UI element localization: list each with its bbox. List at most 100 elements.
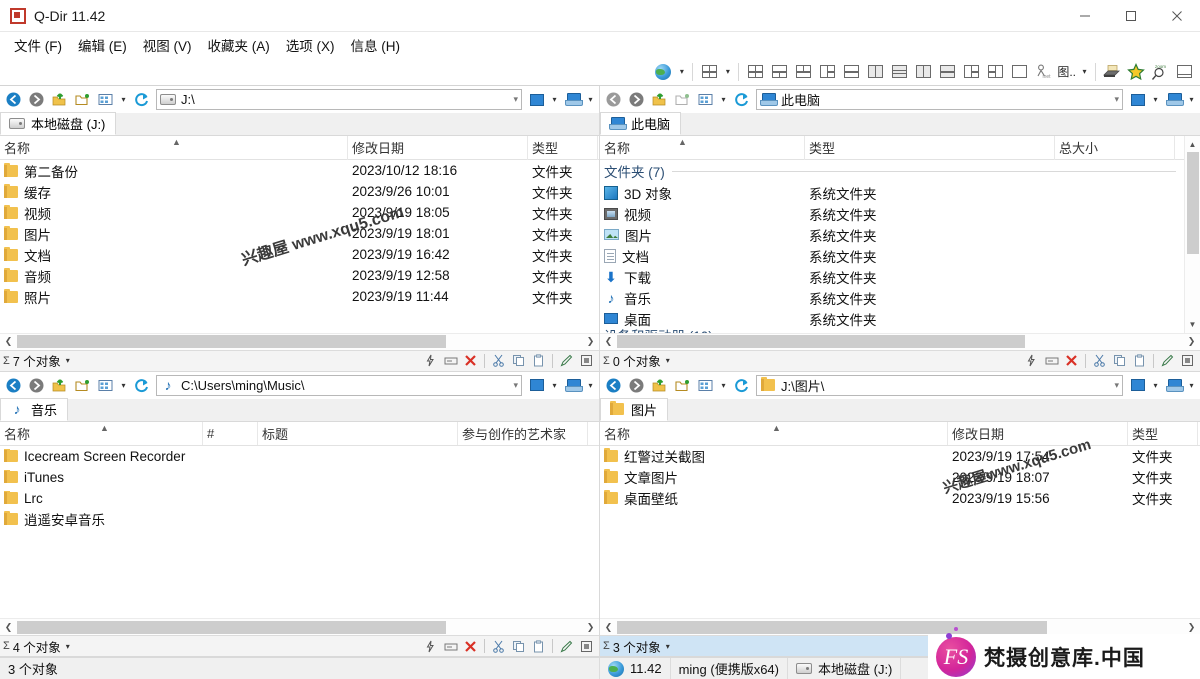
scroll-up-icon[interactable]: ▲ [1185, 136, 1200, 152]
properties-icon[interactable] [421, 351, 440, 370]
back-button[interactable] [3, 375, 24, 396]
table-row[interactable]: 缓存 2023/9/26 10:01 文件夹 [0, 181, 599, 202]
vertical-scrollbar[interactable]: ▲ ▼ [1184, 136, 1200, 333]
status-dropdown-caret-icon[interactable]: ▾ [666, 356, 670, 365]
group-header-devices[interactable]: 设备和驱动器 (10) [600, 329, 1184, 333]
layout-3pane-alt2-icon[interactable] [984, 61, 1006, 83]
desktop-shortcut-icon[interactable] [1127, 89, 1148, 110]
view-mode-button[interactable] [95, 89, 116, 110]
up-folder-button[interactable] [49, 375, 70, 396]
layout-dropdown-caret-icon[interactable]: ▾ [721, 61, 734, 83]
column-header-name[interactable]: 名称 [600, 136, 805, 160]
column-header-type[interactable]: 类型 [1128, 421, 1198, 445]
close-button[interactable] [1154, 0, 1200, 32]
preview-pane-icon[interactable] [1173, 61, 1195, 83]
copy-icon[interactable] [509, 637, 528, 656]
cut-icon[interactable] [489, 351, 508, 370]
new-folder-button[interactable] [72, 375, 93, 396]
layout-3pane-left-icon[interactable] [816, 61, 838, 83]
paste-icon[interactable] [529, 637, 548, 656]
menu-options[interactable]: 选项 (X) [278, 32, 343, 58]
internet-shortcut-icon[interactable]: inet [1032, 61, 1054, 83]
layout-single-pane-icon[interactable] [1008, 61, 1030, 83]
scroll-right-icon[interactable]: ❯ [582, 333, 599, 350]
desktop-shortcut-icon[interactable] [526, 375, 547, 396]
edit-pencil-icon[interactable] [557, 637, 576, 656]
new-folder-button[interactable] [672, 89, 693, 110]
computer-caret-icon[interactable]: ▾ [584, 375, 597, 396]
menu-info[interactable]: 信息 (H) [343, 32, 409, 58]
chevron-down-icon[interactable]: ▾ [1110, 380, 1119, 391]
tab-local-disk-j[interactable]: 本地磁盘 (J:) [0, 112, 117, 135]
table-row[interactable]: 照片 2023/9/19 11:44 文件夹 [0, 286, 599, 307]
table-row[interactable]: 视频 2023/9/19 18:05 文件夹 [0, 202, 599, 223]
view-mode-caret-icon[interactable]: ▾ [717, 89, 730, 110]
copy-icon[interactable] [509, 351, 528, 370]
scroll-track[interactable] [17, 333, 582, 350]
table-row[interactable]: 桌面壁纸 2023/9/19 15:56 文件夹 [600, 488, 1200, 509]
delete-icon[interactable] [461, 351, 480, 370]
tab-pictures[interactable]: 图片 [600, 397, 669, 421]
view-mode-button[interactable] [695, 375, 716, 396]
chevron-down-icon[interactable]: ▾ [1110, 94, 1119, 105]
computer-shortcut-icon[interactable] [562, 375, 583, 396]
tab-this-pc[interactable]: 此电脑 [600, 112, 682, 135]
address-bar-bottom-right[interactable]: J:\图片\ ▾ [756, 374, 1123, 396]
desktop-shortcut-icon[interactable] [526, 89, 547, 110]
forward-button[interactable] [626, 375, 647, 396]
horizontal-scrollbar[interactable]: ❮ ❯ [600, 332, 1200, 350]
scroll-track[interactable] [617, 333, 1183, 350]
address-bar-top-right[interactable]: 此电脑 ▾ [756, 89, 1123, 110]
refresh-button[interactable] [731, 375, 752, 396]
layout-2pane-vertical-icon[interactable] [864, 61, 886, 83]
horizontal-scrollbar[interactable]: ❮ ❯ [0, 618, 599, 635]
refresh-button[interactable] [131, 375, 152, 396]
column-header-type[interactable]: 类型 [805, 136, 1055, 160]
table-row[interactable]: 红警过关截图 2023/9/19 17:54 文件夹 [600, 446, 1200, 467]
column-header-type[interactable]: 类型 [528, 136, 598, 160]
computer-shortcut-icon[interactable] [1163, 89, 1184, 110]
desktop-caret-icon[interactable]: ▾ [1149, 375, 1162, 396]
column-header-date[interactable]: 修改日期 [348, 136, 528, 160]
view-mode-button[interactable] [95, 375, 116, 396]
chevron-down-icon[interactable]: ▾ [509, 380, 518, 391]
tab-music[interactable]: ♪ 音乐 [0, 397, 69, 421]
table-row[interactable]: 文档 系统文件夹 [600, 245, 1184, 266]
image-dropdown-caret-icon[interactable]: ▾ [1078, 61, 1091, 83]
view-mode-caret-icon[interactable]: ▾ [117, 89, 130, 110]
layout-split-icon[interactable] [936, 61, 958, 83]
scroll-track[interactable] [1184, 152, 1200, 317]
view-mode-button[interactable] [695, 89, 716, 110]
scroll-right-icon[interactable]: ❯ [582, 619, 599, 636]
back-button[interactable] [603, 89, 624, 110]
column-header-track[interactable]: # [203, 421, 258, 445]
computer-caret-icon[interactable]: ▾ [1185, 89, 1198, 110]
up-folder-button[interactable] [649, 89, 670, 110]
table-row[interactable]: 逍遥安卓音乐 [0, 509, 599, 530]
scroll-track[interactable] [617, 619, 1183, 636]
status-dropdown-caret-icon[interactable]: ▾ [66, 642, 70, 651]
status-dropdown-caret-icon[interactable]: ▾ [66, 356, 70, 365]
forward-button[interactable] [26, 375, 47, 396]
panel-options-icon[interactable] [1178, 351, 1197, 370]
scroll-left-icon[interactable]: ❮ [0, 619, 17, 636]
internet-globe-icon[interactable] [652, 61, 674, 83]
horizontal-scrollbar[interactable]: ❮ ❯ [0, 332, 599, 350]
layout-3pane-bottom-icon[interactable] [792, 61, 814, 83]
edit-pencil-icon[interactable] [557, 351, 576, 370]
table-row[interactable]: iTunes [0, 467, 599, 488]
desktop-caret-icon[interactable]: ▾ [548, 89, 561, 110]
table-row[interactable]: 文档 2023/9/19 16:42 文件夹 [0, 244, 599, 265]
refresh-button[interactable] [731, 89, 752, 110]
desktop-shortcut-icon[interactable] [1127, 375, 1148, 396]
properties-icon[interactable] [1022, 351, 1041, 370]
table-row[interactable]: 音频 2023/9/19 12:58 文件夹 [0, 265, 599, 286]
layout-2col-icon[interactable] [912, 61, 934, 83]
table-row[interactable]: ⬇ 下载 系统文件夹 [600, 266, 1184, 287]
scroll-right-icon[interactable]: ❯ [1183, 619, 1200, 636]
up-folder-button[interactable] [649, 375, 670, 396]
new-folder-button[interactable] [672, 375, 693, 396]
desktop-caret-icon[interactable]: ▾ [1149, 89, 1162, 110]
minimize-button[interactable] [1062, 0, 1108, 32]
table-row[interactable]: 视频 系统文件夹 [600, 203, 1184, 224]
